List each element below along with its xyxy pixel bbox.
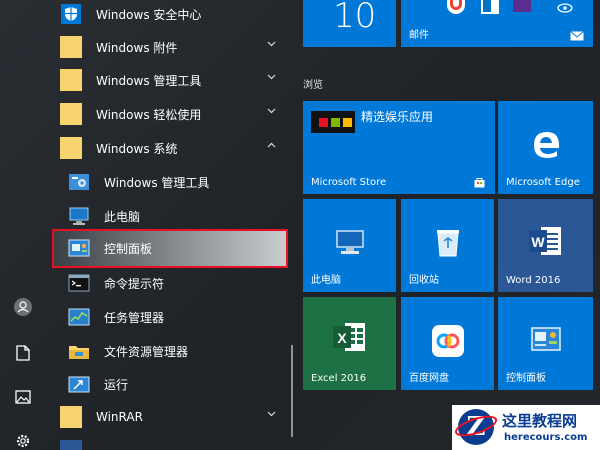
run-icon: [68, 373, 90, 395]
folder-label: Windows 系统: [96, 141, 178, 156]
app-file-explorer[interactable]: 文件资源管理器: [56, 334, 288, 368]
folder-winrar[interactable]: WinRAR: [56, 400, 288, 434]
control-panel-icon: [530, 327, 561, 351]
folder-windows-accessories[interactable]: Windows 附件: [56, 30, 288, 64]
tile-label: 邮件: [409, 30, 429, 41]
office-icon: [481, 0, 499, 14]
edge-icon: [533, 132, 559, 158]
section-title: 浏览: [303, 80, 323, 91]
tile-label: Microsoft Store: [311, 177, 387, 188]
word-icon: W: [528, 227, 561, 255]
chevron-down-icon: [267, 108, 276, 114]
chevron-down-icon: [267, 74, 276, 80]
shield-icon: [60, 3, 82, 25]
tile-mail[interactable]: 邮件: [401, 0, 593, 47]
folder-icon: [60, 406, 82, 428]
tile-label: 此电脑: [311, 275, 341, 286]
tile-label: Word 2016: [506, 275, 561, 286]
app-this-pc[interactable]: 此电脑: [56, 199, 288, 233]
tile-label: 百度网盘: [409, 373, 449, 384]
app-label: 控制面板: [104, 241, 153, 256]
folder-icon: [60, 137, 82, 159]
watermark: Z 这里教程网 herecours.com: [452, 405, 600, 450]
tile-label: Excel 2016: [311, 373, 367, 384]
computer-icon: [68, 205, 90, 227]
folder-windows-ease-of-access[interactable]: Windows 轻松使用: [56, 97, 288, 131]
app-list-scrollbar[interactable]: [291, 345, 293, 437]
tile-microsoft-edge[interactable]: Microsoft Edge: [498, 101, 593, 194]
app-label: 文件资源管理器: [104, 344, 189, 359]
control-panel-icon: [68, 237, 90, 259]
word-icon: [60, 440, 82, 450]
folder-icon: [60, 103, 82, 125]
admin-tools-icon: [68, 171, 90, 193]
user-icon: [14, 298, 32, 316]
pictures-button[interactable]: [6, 382, 40, 412]
featured-apps-thumbnail: [311, 111, 355, 133]
watermark-url: herecours.com: [504, 432, 588, 443]
app-label: 此电脑: [104, 209, 141, 224]
tile-label: 回收站: [409, 275, 439, 286]
folder-label: WinRAR: [96, 410, 143, 424]
yahoo-icon: [513, 0, 531, 12]
app-label: Windows 安全中心: [96, 7, 202, 22]
folder-label: Windows 管理工具: [96, 73, 202, 88]
tile-label: 控制面板: [506, 373, 546, 384]
app-run[interactable]: 运行: [56, 367, 288, 401]
app-word-partial[interactable]: [56, 434, 288, 450]
folder-windows-system[interactable]: Windows 系统: [56, 131, 288, 165]
settings-button[interactable]: [6, 426, 40, 450]
app-command-prompt[interactable]: 命令提示符: [56, 266, 288, 300]
start-rail: [0, 0, 46, 450]
app-admin-tools[interactable]: Windows 管理工具: [56, 165, 288, 199]
calendar-date: 10: [333, 0, 377, 36]
store-bag-icon: [474, 178, 485, 188]
picture-icon: [15, 390, 31, 404]
folder-windows-admin-tools[interactable]: Windows 管理工具: [56, 63, 288, 97]
tile-calendar[interactable]: 10: [303, 0, 396, 47]
chevron-down-icon: [267, 41, 276, 47]
baidu-netdisk-icon: [431, 325, 464, 357]
gear-icon: [16, 434, 30, 448]
tile-recycle-bin[interactable]: 回收站: [401, 199, 494, 292]
folder-icon: [60, 69, 82, 91]
app-label: 命令提示符: [104, 276, 165, 291]
google-icon: [447, 0, 465, 14]
envelope-icon: [570, 31, 584, 41]
app-label: Windows 管理工具: [104, 175, 210, 190]
tile-this-pc[interactable]: 此电脑: [303, 199, 396, 292]
excel-icon: X: [332, 323, 365, 351]
tile-microsoft-store[interactable]: 精选娱乐应用 Microsoft Store: [303, 101, 495, 194]
tile-control-panel[interactable]: 控制面板: [498, 297, 593, 390]
chevron-up-icon: [267, 142, 276, 148]
app-windows-security[interactable]: Windows 安全中心: [56, 0, 288, 31]
file-explorer-icon: [68, 340, 90, 362]
eye-icon: [557, 3, 573, 13]
app-label: 任务管理器: [104, 310, 165, 325]
tile-label: Microsoft Edge: [506, 177, 580, 188]
tile-excel-2016[interactable]: X Excel 2016: [303, 297, 396, 390]
document-icon: [16, 345, 30, 361]
tile-baidu-netdisk[interactable]: 百度网盘: [401, 297, 494, 390]
app-task-manager[interactable]: 任务管理器: [56, 300, 288, 334]
user-account-button[interactable]: [6, 292, 40, 322]
svg-text:W: W: [531, 234, 545, 250]
computer-icon: [335, 230, 364, 254]
watermark-title: 这里教程网: [502, 412, 578, 430]
chevron-down-icon: [267, 411, 276, 417]
task-manager-icon: [68, 306, 90, 328]
svg-text:X: X: [337, 330, 347, 346]
app-list: Windows 安全中心 Windows 附件 Windows 管理工具 Win…: [46, 0, 296, 450]
app-label: 运行: [104, 377, 129, 392]
folder-icon: [60, 36, 82, 58]
folder-label: Windows 轻松使用: [96, 107, 202, 122]
documents-button[interactable]: [6, 338, 40, 368]
app-control-panel[interactable]: 控制面板: [56, 231, 288, 265]
recycle-bin-icon: [436, 230, 459, 257]
folder-label: Windows 附件: [96, 40, 178, 55]
cmd-icon: [68, 272, 90, 294]
tile-word-2016[interactable]: W Word 2016: [498, 199, 593, 292]
store-featured-title: 精选娱乐应用: [361, 110, 434, 124]
